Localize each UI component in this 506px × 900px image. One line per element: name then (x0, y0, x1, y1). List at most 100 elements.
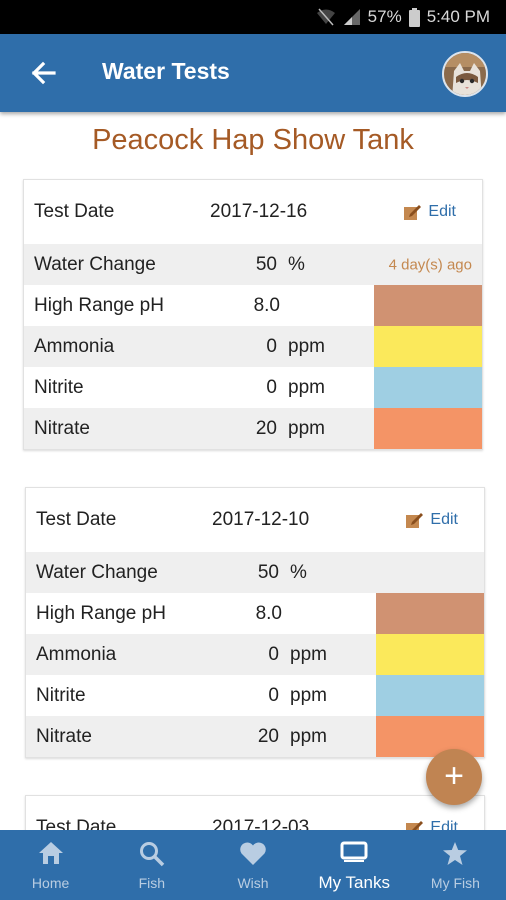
heart-icon (240, 842, 266, 865)
ammonia-color-swatch (374, 326, 482, 367)
tank-name: Peacock Hap Show Tank (92, 124, 414, 156)
nav-item-wish[interactable]: Wish (202, 830, 303, 900)
ph-color-swatch (376, 593, 484, 634)
edit-button[interactable]: Edit (406, 819, 458, 830)
nav-item-my-fish[interactable]: My Fish (405, 830, 506, 900)
nav-label-fish: Fish (138, 875, 166, 891)
ph-label: High Range pH (34, 294, 164, 316)
edit-button[interactable]: Edit (406, 511, 458, 529)
percent-unit: % (288, 253, 305, 275)
status-bar: 57% 5:40 PM (0, 0, 506, 34)
edit-label: Edit (430, 819, 458, 830)
home-icon (38, 842, 63, 864)
edit-icon (406, 513, 424, 528)
ammonia-value: 0 (268, 643, 279, 665)
nav-label-my-fish: My Fish (430, 875, 480, 891)
water-change-value: 50 (255, 253, 277, 275)
plus-icon: + (444, 757, 464, 795)
ppm-unit: ppm (290, 684, 327, 706)
nitrate-value: 20 (255, 417, 277, 439)
edit-label: Edit (430, 511, 458, 528)
nitrate-row: Nitrate 20 ppm (24, 408, 482, 449)
search-icon (139, 842, 165, 867)
nav-label-my-tanks: My Tanks (318, 873, 390, 892)
test-date-label: Test Date (36, 509, 117, 530)
nitrite-color-swatch (374, 367, 482, 408)
edit-icon (406, 821, 424, 830)
test-date-value: 2017-12-16 (210, 201, 308, 222)
nitrite-label: Nitrite (34, 376, 84, 398)
water-change-row: Water Change 50 % (26, 552, 484, 593)
test-date-value: 2017-12-10 (212, 509, 310, 530)
battery-icon (408, 7, 420, 27)
water-change-value: 50 (257, 561, 279, 583)
star-icon (443, 842, 468, 865)
ph-color-swatch (374, 285, 482, 326)
ammonia-label: Ammonia (34, 335, 115, 357)
nav-item-my-tanks[interactable]: My Tanks (304, 830, 405, 900)
percent-unit: % (290, 561, 307, 583)
ph-row: High Range pH 8.0 (26, 593, 484, 634)
bottom-nav: Home Fish Wish My Tanks My Fish (0, 830, 506, 900)
ppm-unit: ppm (288, 376, 325, 398)
nav-label-wish: Wish (237, 875, 269, 891)
ppm-unit: ppm (290, 643, 327, 665)
edit-icon (404, 205, 422, 220)
ammonia-row: Ammonia 0 ppm (24, 326, 482, 367)
nitrate-label: Nitrate (36, 725, 92, 747)
add-test-button[interactable]: + (426, 749, 482, 805)
water-tests-list[interactable]: Peacock Hap Show Tank Test Date 2017-12-… (0, 112, 506, 830)
status-time: 5:40 PM (426, 7, 490, 26)
back-button[interactable] (28, 58, 60, 88)
status-indicators: 57% 5:40 PM (316, 7, 490, 27)
water-change-label: Water Change (36, 561, 158, 583)
ppm-unit: ppm (288, 335, 325, 357)
water-change-row: Water Change 50 % 4 day(s) ago (24, 244, 482, 285)
ppm-unit: ppm (290, 725, 327, 747)
back-arrow-icon (31, 61, 56, 85)
nav-item-fish[interactable]: Fish (101, 830, 202, 900)
ammonia-label: Ammonia (36, 643, 117, 665)
test-date-row: Test Date 2017-12-10 Edit (26, 488, 484, 552)
nav-label-home: Home (31, 875, 70, 891)
test-date-value: 2017-12-03 (212, 817, 310, 830)
ph-row: High Range pH 8.0 (24, 285, 482, 326)
edit-label: Edit (428, 203, 456, 220)
edit-button[interactable]: Edit (404, 203, 456, 221)
test-date-row: Test Date 2017-12-03 Edit (26, 796, 484, 830)
page-title: Water Tests (102, 58, 230, 84)
nitrite-row: Nitrite 0 ppm (26, 675, 484, 716)
cat-avatar-icon (444, 53, 486, 95)
nitrite-value: 0 (268, 684, 279, 706)
signal-icon (343, 9, 360, 25)
nitrite-value: 0 (266, 376, 277, 398)
nav-item-home[interactable]: Home (0, 830, 101, 900)
water-change-label: Water Change (34, 253, 156, 275)
nitrate-color-swatch (374, 408, 482, 449)
avatar[interactable] (442, 51, 488, 97)
test-date-label: Test Date (36, 817, 117, 830)
nitrate-label: Nitrate (34, 417, 90, 439)
days-ago: 4 day(s) ago (388, 256, 472, 273)
test-date-label: Test Date (34, 201, 115, 222)
wifi-off-icon (316, 8, 335, 26)
tank-icon (340, 841, 368, 862)
ph-label: High Range pH (36, 602, 166, 624)
water-test-card: Test Date 2017-12-10 Edit Water Change 5… (25, 487, 485, 758)
ph-value: 8.0 (253, 294, 280, 316)
battery-percent: 57% (367, 7, 402, 26)
ammonia-value: 0 (266, 335, 277, 357)
nitrite-label: Nitrite (36, 684, 86, 706)
nitrate-value: 20 (257, 725, 279, 747)
ppm-unit: ppm (288, 417, 325, 439)
test-date-row: Test Date 2017-12-16 Edit (24, 180, 482, 244)
nitrate-row: Nitrate 20 ppm (26, 716, 484, 757)
ammonia-row: Ammonia 0 ppm (26, 634, 484, 675)
ammonia-color-swatch (376, 634, 484, 675)
nitrite-row: Nitrite 0 ppm (24, 367, 482, 408)
app-bar: Water Tests (0, 34, 506, 112)
water-test-card: Test Date 2017-12-16 Edit Water Change 5… (23, 179, 483, 450)
nitrite-color-swatch (376, 675, 484, 716)
water-test-card: Test Date 2017-12-03 Edit (25, 795, 485, 830)
ph-value: 8.0 (255, 602, 282, 624)
